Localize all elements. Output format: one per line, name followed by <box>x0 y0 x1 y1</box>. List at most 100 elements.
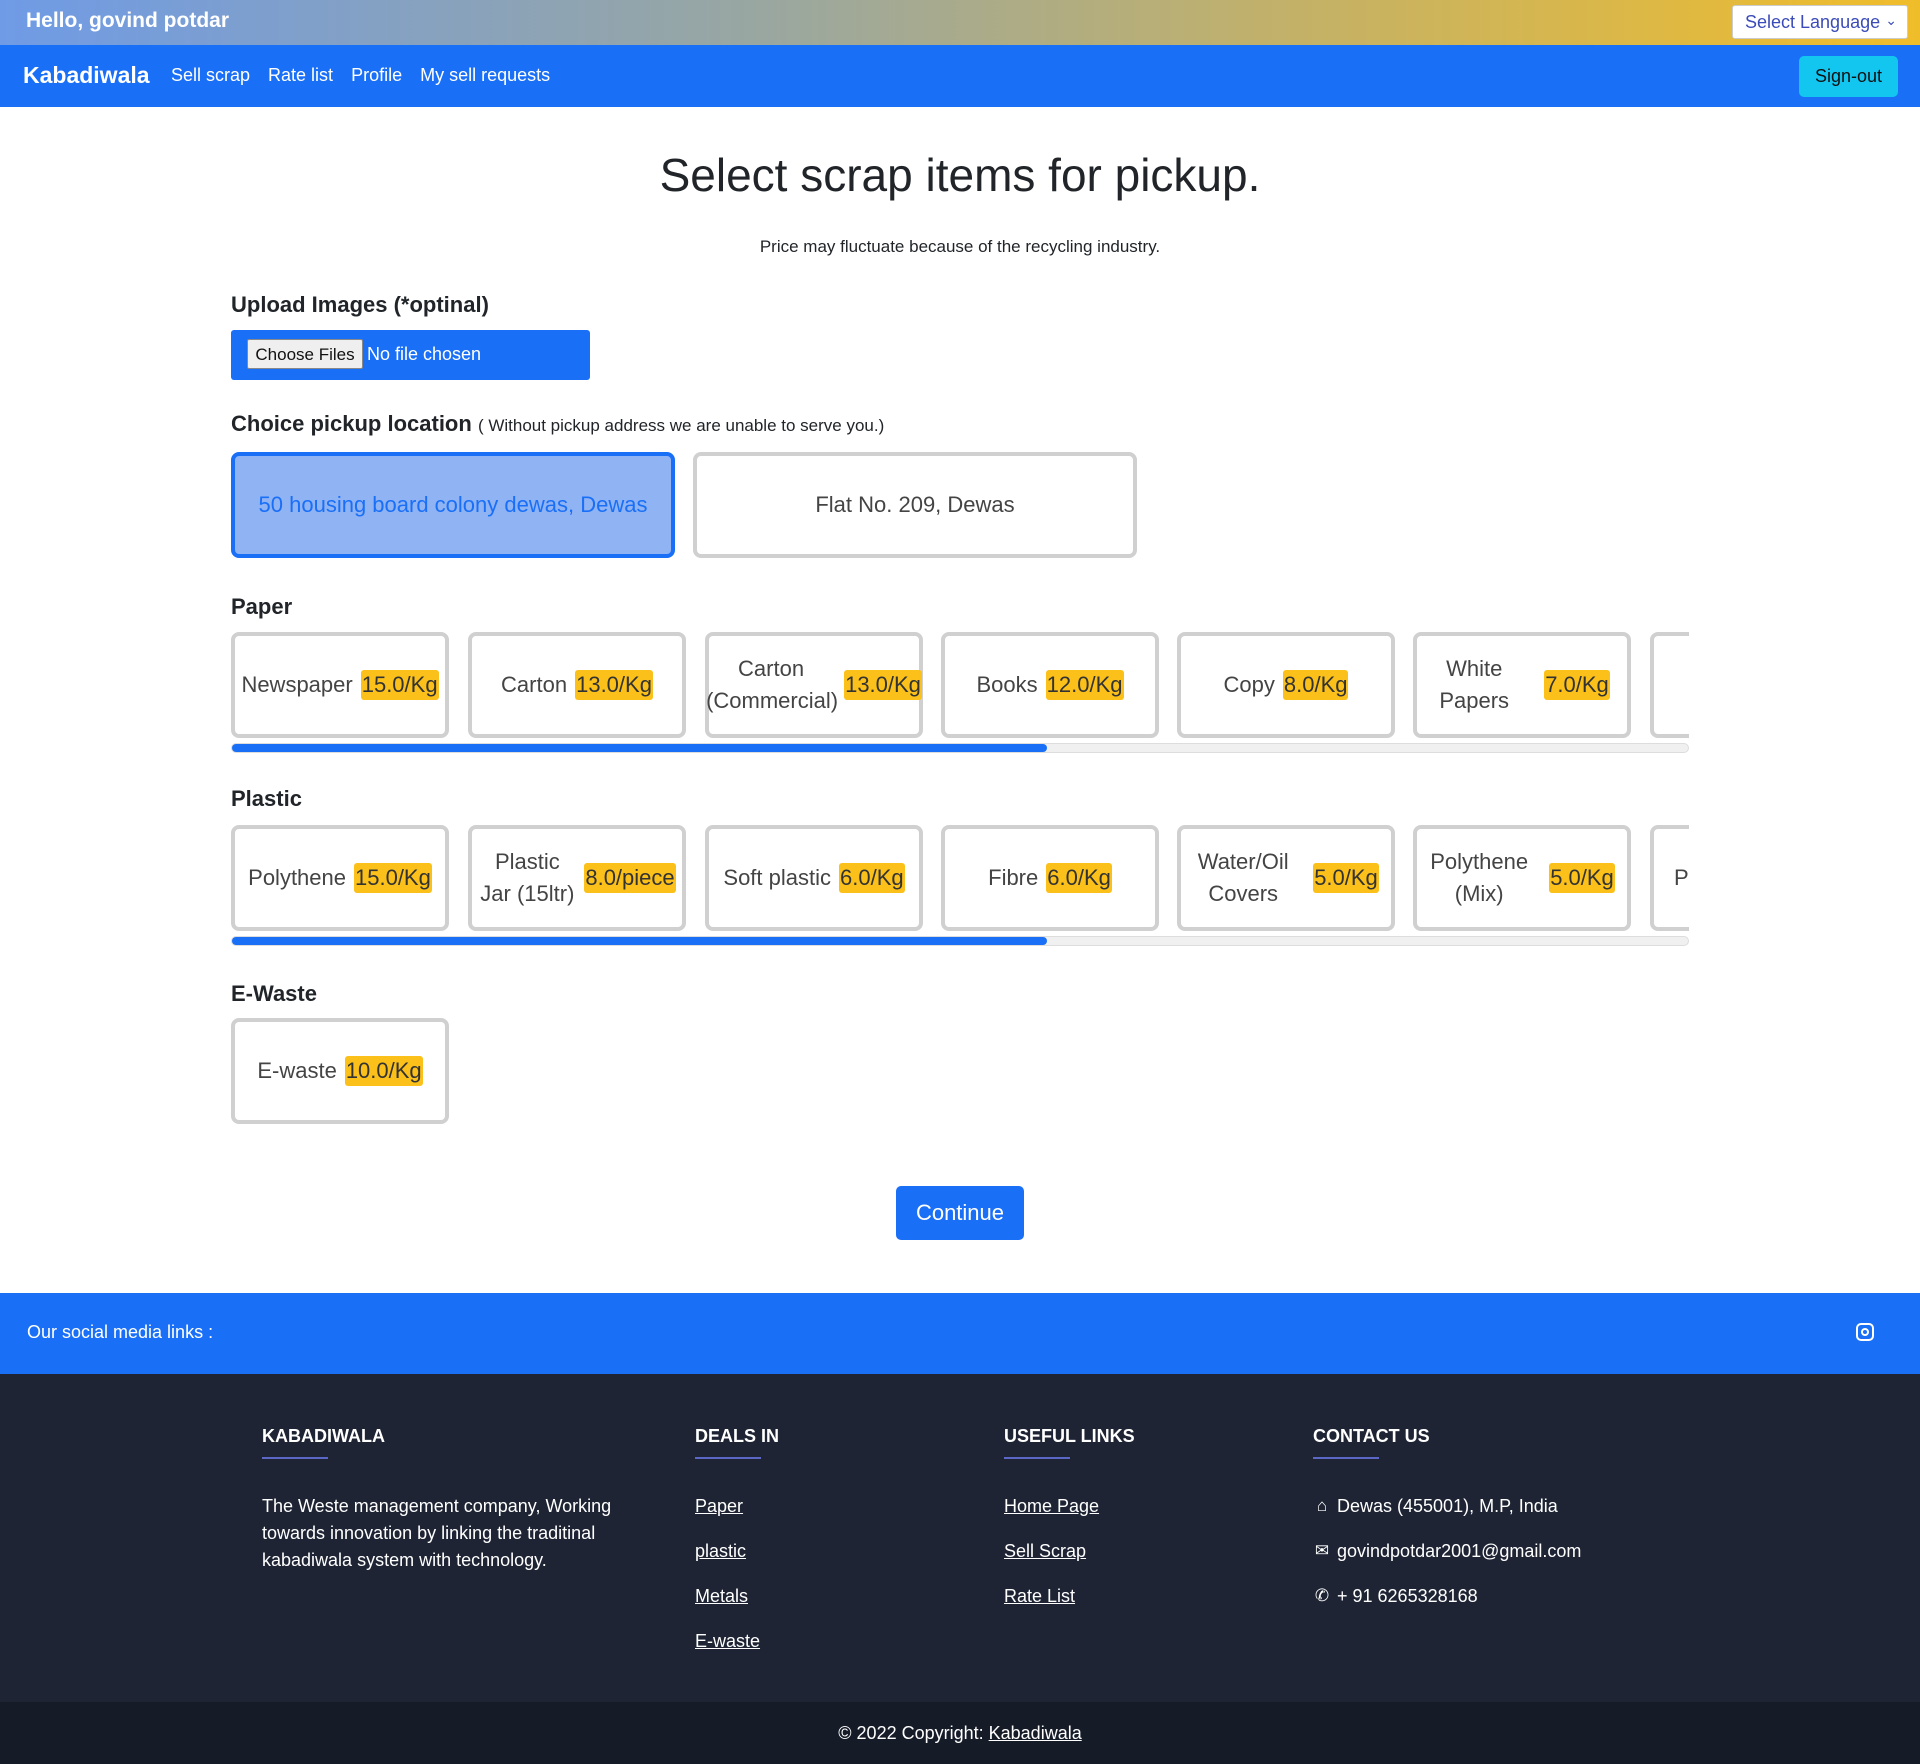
email-text: govindpotdar2001@gmail.com <box>1337 1541 1582 1561</box>
instagram-icon[interactable] <box>1856 1323 1874 1341</box>
language-select[interactable]: Select Language ⌄ <box>1732 5 1908 39</box>
divider <box>1313 1457 1379 1459</box>
greeting-text: Hello, govind potdar <box>26 9 229 32</box>
location-section-label: Choice pickup location ( Without pickup … <box>231 411 884 437</box>
scrap-item-card[interactable]: Polythene (Mix) 5.0/Kg <box>1413 825 1631 931</box>
social-label: Our social media links : <box>27 1322 214 1342</box>
footer-useful-title: USEFUL LINKS <box>1004 1426 1135 1446</box>
category-title-plastic: Plastic <box>231 786 302 811</box>
scrap-item-card[interactable]: Copy 8.0/Kg <box>1177 632 1395 738</box>
price-badge: 13.0/Kg <box>844 670 922 700</box>
scrap-item-card[interactable] <box>1650 632 1689 738</box>
price-badge: 10.0/Kg <box>344 1056 423 1086</box>
footer-about-text: The Weste management company, Working to… <box>262 1496 612 1570</box>
nav-my-sell-requests[interactable]: My sell requests <box>420 65 550 86</box>
price-badge: 8.0/Kg <box>1282 670 1349 700</box>
contact-phone: ✆ + 91 6265328168 <box>1313 1585 1581 1607</box>
item-name: Books <box>976 672 1038 697</box>
location-option-1[interactable]: 50 housing board colony dewas, Dewas <box>231 452 675 558</box>
price-badge: 5.0/Kg <box>1549 863 1615 893</box>
continue-button[interactable]: Continue <box>896 1186 1024 1240</box>
scrap-item-card[interactable]: P <box>1650 825 1689 931</box>
item-name: Fibre <box>988 865 1039 890</box>
price-badge: 8.0/piece <box>584 863 676 893</box>
nav-links: Sell scrap Rate list Profile My sell req… <box>171 65 550 86</box>
footer-link-home[interactable]: Home Page <box>1004 1495 1135 1517</box>
envelope-icon: ✉ <box>1314 1541 1330 1560</box>
upload-label: Upload Images (*optinal) <box>231 292 489 317</box>
item-name: Soft plastic <box>723 865 831 890</box>
footer-link-paper[interactable]: Paper <box>695 1495 779 1517</box>
contact-email: ✉ govindpotdar2001@gmail.com <box>1313 1540 1582 1562</box>
item-name: Plastic Jar (15ltr) <box>480 849 575 906</box>
scrap-item-card[interactable]: Soft plastic 6.0/Kg <box>705 825 923 931</box>
scrollbar-thumb[interactable] <box>232 744 1048 752</box>
file-upload-input[interactable]: Choose Files No file chosen <box>231 330 590 380</box>
paper-scrollbar[interactable] <box>231 743 1689 753</box>
price-badge: 15.0/Kg <box>360 670 439 700</box>
footer-link-plastic[interactable]: plastic <box>695 1540 779 1562</box>
scrollbar-thumb[interactable] <box>232 937 1048 945</box>
footer-link-metals[interactable]: Metals <box>695 1585 779 1607</box>
main-navbar: Kabadiwala Sell scrap Rate list Profile … <box>0 45 1920 107</box>
scrap-item-card[interactable]: Fibre 6.0/Kg <box>941 825 1159 931</box>
footer-contact-title: CONTACT US <box>1313 1426 1430 1446</box>
scrap-item-card[interactable]: Plastic Jar (15ltr) 8.0/piece <box>468 825 686 931</box>
file-status: No file chosen <box>367 344 482 364</box>
footer-link-ewaste[interactable]: E-waste <box>695 1630 779 1652</box>
footer-link-rate-list[interactable]: Rate List <box>1004 1585 1135 1607</box>
scrap-item-card[interactable]: Carton (Commercial) 13.0/Kg <box>705 632 923 738</box>
item-name: Newspaper <box>241 672 353 697</box>
brand-logo[interactable]: Kabadiwala <box>23 62 150 89</box>
price-badge: 5.0/Kg <box>1313 863 1379 893</box>
price-badge: 6.0/Kg <box>1046 863 1112 893</box>
item-name: Carton <box>501 672 568 697</box>
scrap-item-card[interactable]: Newspaper 15.0/Kg <box>231 632 449 738</box>
item-name: E-waste <box>257 1058 337 1083</box>
copyright-bar: © 2022 Copyright: Kabadiwala <box>0 1702 1920 1764</box>
item-name: Polythene (Mix) <box>1430 849 1529 906</box>
divider <box>695 1457 761 1459</box>
item-name: P <box>1674 865 1689 890</box>
divider <box>262 1457 328 1459</box>
paper-items-row: Newspaper 15.0/Kg Carton 13.0/Kg Carton (C… <box>231 632 1689 742</box>
choose-files-button[interactable]: Choose Files <box>247 339 363 369</box>
copyright-link[interactable]: Kabadiwala <box>989 1723 1082 1743</box>
price-badge: 6.0/Kg <box>839 863 905 893</box>
category-title-ewaste: E-Waste <box>231 981 317 1006</box>
language-select-label: Select Language <box>1745 12 1881 32</box>
location-hint: ( Without pickup address we are unable t… <box>477 416 885 435</box>
scrap-item-card[interactable]: E-waste 10.0/Kg <box>231 1018 449 1124</box>
item-name: Water/Oil Covers <box>1197 849 1289 906</box>
price-badge: 7.0/Kg <box>1544 670 1610 700</box>
location-option-2[interactable]: Flat No. 209, Dewas <box>693 452 1137 558</box>
top-greeting-bar: Hello, govind potdar Select Language ⌄ <box>0 0 1920 45</box>
address-text: Dewas (455001), M.P, India <box>1337 1496 1558 1516</box>
scrap-item-card[interactable]: Carton 13.0/Kg <box>468 632 686 738</box>
plastic-items-row: Polythene 15.0/Kg Plastic Jar (15ltr) 8.0/… <box>231 825 1689 935</box>
scrap-item-card[interactable]: Water/Oil Covers 5.0/Kg <box>1177 825 1395 931</box>
price-note: Price may fluctuate because of the recyc… <box>759 237 1161 256</box>
price-badge: 15.0/Kg <box>354 863 432 893</box>
scrap-item-card[interactable]: White Papers 7.0/Kg <box>1413 632 1631 738</box>
phone-text: + 91 6265328168 <box>1337 1586 1478 1606</box>
footer-useful: USEFUL LINKS Home Page Sell Scrap Rate L… <box>1004 1426 1135 1607</box>
nav-profile[interactable]: Profile <box>351 65 402 86</box>
plastic-scrollbar[interactable] <box>231 936 1689 946</box>
footer-link-sell-scrap[interactable]: Sell Scrap <box>1004 1540 1135 1562</box>
phone-icon: ✆ <box>1314 1586 1330 1605</box>
footer-deals-title: DEALS IN <box>695 1426 780 1446</box>
category-title-paper: Paper <box>231 594 293 619</box>
nav-rate-list[interactable]: Rate list <box>268 65 333 86</box>
footer-deals: DEALS IN Paper plastic Metals E-waste <box>695 1426 779 1652</box>
nav-sell-scrap[interactable]: Sell scrap <box>171 65 250 86</box>
price-badge: 12.0/Kg <box>1045 670 1124 700</box>
scrap-item-card[interactable]: Polythene 15.0/Kg <box>231 825 449 931</box>
scrap-item-card[interactable]: Books 12.0/Kg <box>941 632 1159 738</box>
ewaste-items-row: E-waste 10.0/Kg <box>231 1018 1689 1128</box>
item-name: Polythene <box>248 865 346 890</box>
price-badge: 13.0/Kg <box>575 670 653 700</box>
footer-contact: CONTACT US ⌂ Dewas (455001), M.P, India ✉… <box>1313 1426 1581 1607</box>
chevron-down-icon: ⌄ <box>1885 12 1897 28</box>
sign-out-button[interactable]: Sign-out <box>1799 56 1898 97</box>
